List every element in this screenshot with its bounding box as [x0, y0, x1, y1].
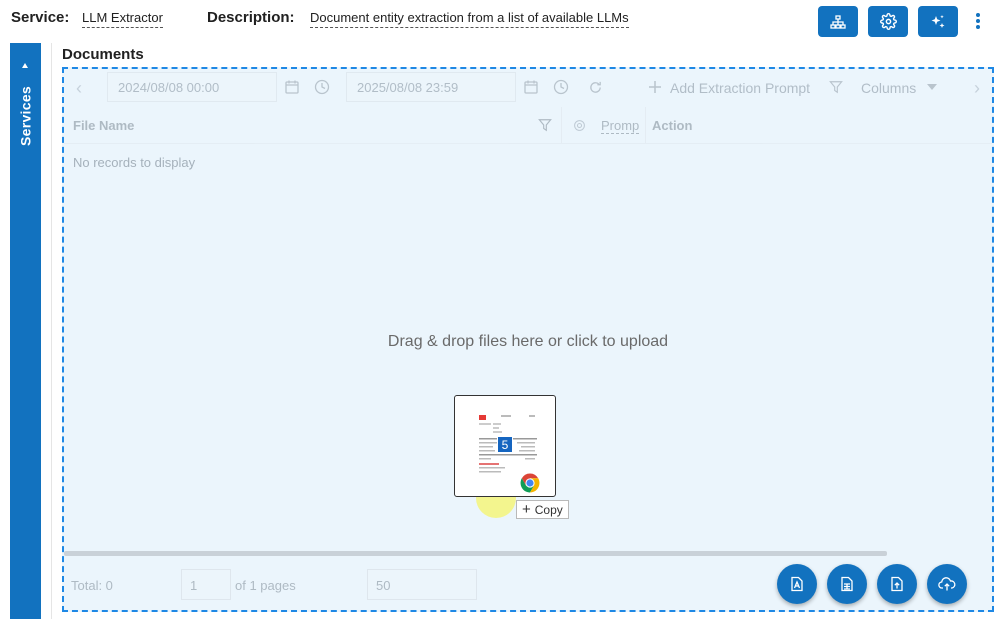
add-icon[interactable]: [640, 72, 670, 102]
ai-sparkle-icon: [931, 14, 945, 28]
filter-icon[interactable]: [821, 72, 851, 102]
ai-assist-button[interactable]: [918, 6, 958, 37]
excel-export-button[interactable]: [827, 564, 867, 604]
page-size-value: 50: [376, 578, 391, 593]
hierarchy-icon: [830, 14, 846, 29]
column-separator: [645, 107, 646, 143]
hierarchy-button[interactable]: [818, 6, 858, 37]
cloud-upload-button[interactable]: [927, 564, 967, 604]
col-file-name[interactable]: File Name: [73, 118, 134, 133]
chrome-icon: [519, 472, 541, 494]
page-size-select[interactable]: 50: [367, 569, 477, 600]
page-count: of 1 pages: [235, 578, 296, 593]
spreadsheet-file-icon: [841, 576, 853, 592]
refresh-icon[interactable]: [580, 72, 610, 102]
description-value[interactable]: Document entity extraction from a list o…: [310, 10, 629, 28]
scroll-left-icon[interactable]: ‹: [66, 73, 92, 103]
services-sidebar[interactable]: Services: [10, 43, 41, 619]
settings-icon: [879, 13, 897, 30]
service-label: Service:: [11, 9, 70, 26]
cloud-upload-icon: [938, 577, 956, 591]
service-value[interactable]: LLM Extractor: [82, 10, 163, 28]
dropzone-text[interactable]: Drag & drop files here or click to uploa…: [64, 333, 992, 351]
filter-icon[interactable]: [530, 110, 560, 140]
calendar-icon[interactable]: [277, 72, 307, 102]
upload-file-icon: [891, 576, 903, 592]
plus-icon: +: [522, 501, 531, 518]
to-date-input[interactable]: 2025/08/08 23:59: [346, 72, 516, 102]
upload-dropzone[interactable]: ‹ 2024/08/08 00:00 2025/08/08 23:59 Add …: [62, 67, 994, 612]
clock-icon[interactable]: [546, 72, 576, 102]
description-label: Description:: [207, 9, 295, 26]
page-input[interactable]: 1: [181, 569, 231, 600]
more-menu-icon[interactable]: [970, 10, 986, 32]
clock-icon[interactable]: [307, 72, 337, 102]
settings-button[interactable]: [868, 6, 908, 37]
file-count-badge: 5: [497, 436, 513, 453]
collapse-arrow-icon[interactable]: [22, 63, 28, 68]
upload-file-button[interactable]: [877, 564, 917, 604]
calendar-icon[interactable]: [516, 72, 546, 102]
horizontal-scrollbar[interactable]: [64, 551, 887, 556]
from-date-input[interactable]: 2024/08/08 00:00: [107, 72, 277, 102]
col-action: Action: [652, 118, 693, 133]
copy-label: Copy: [534, 502, 563, 517]
sidebar-label: Services: [17, 86, 34, 147]
columns-button[interactable]: Columns: [861, 80, 916, 96]
total-count: Total: 0: [71, 578, 113, 593]
grid-toolbar: ‹ 2024/08/08 00:00 2025/08/08 23:59 Add …: [64, 69, 992, 107]
add-extraction-prompt-button[interactable]: Add Extraction Prompt: [670, 80, 810, 96]
header-bar: Service: LLM Extractor Description: Docu…: [0, 0, 1005, 40]
empty-message: No records to display: [73, 155, 196, 170]
pdf-export-button[interactable]: [777, 564, 817, 604]
pdf-file-icon: [791, 576, 803, 592]
sidebar-divider: [51, 43, 52, 619]
grid-header: File Name Promp Action: [64, 107, 992, 144]
copy-tooltip: + Copy: [516, 500, 569, 519]
scroll-right-icon[interactable]: ›: [964, 73, 990, 103]
documents-title: Documents: [62, 46, 144, 63]
chevron-down-icon[interactable]: [917, 72, 947, 102]
gear-icon[interactable]: [564, 110, 594, 140]
col-prompt[interactable]: Promp: [601, 118, 640, 134]
column-separator: [561, 107, 562, 143]
